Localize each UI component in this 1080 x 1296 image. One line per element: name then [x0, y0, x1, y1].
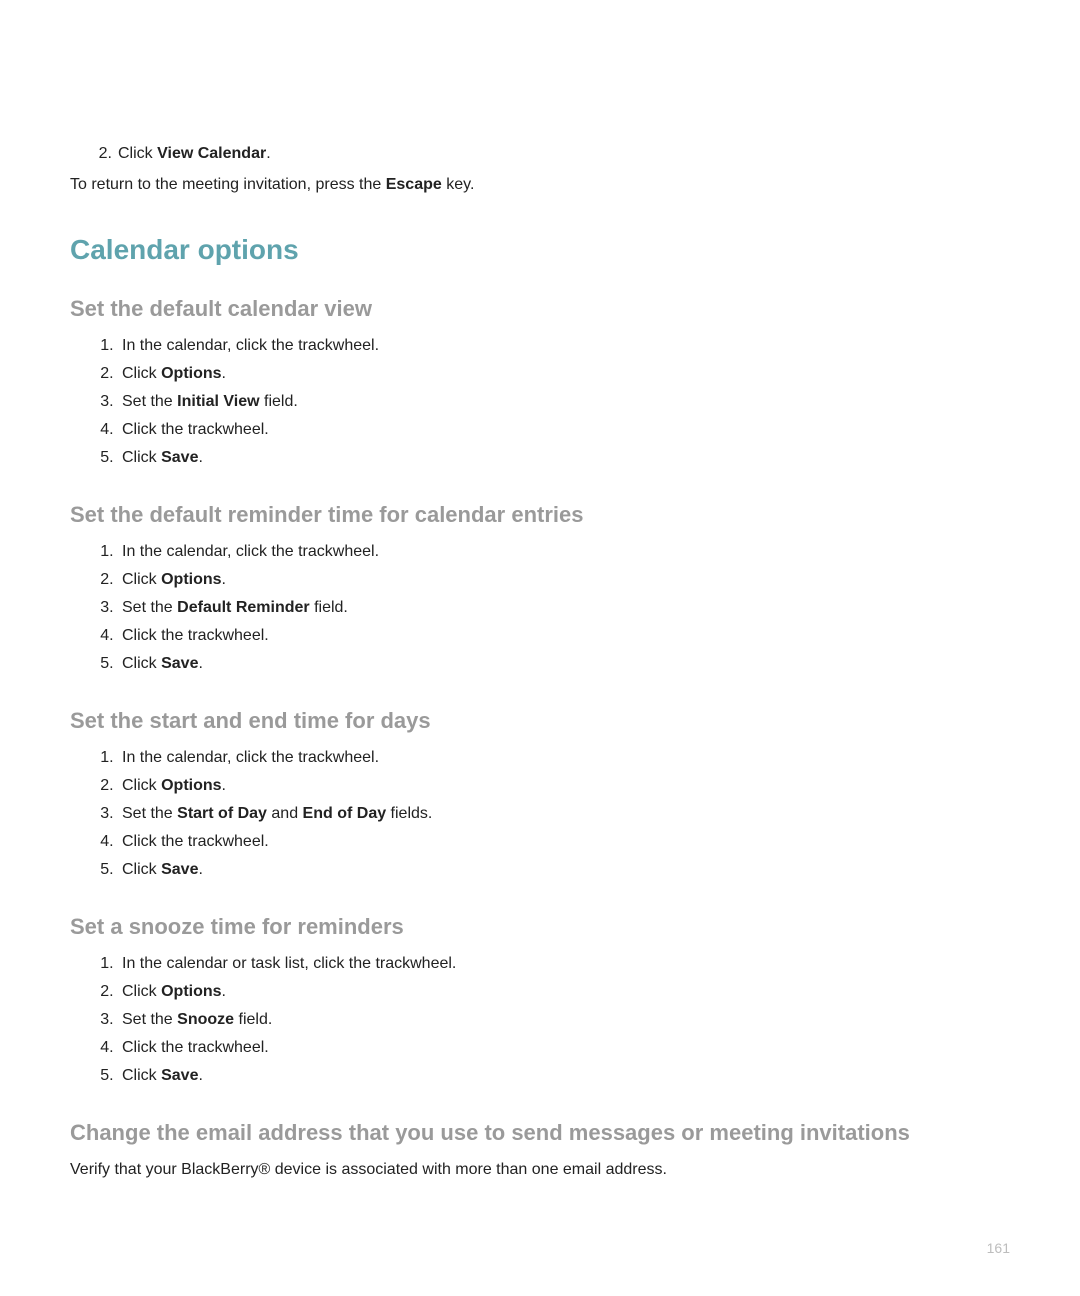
bold-text: View Calendar: [157, 145, 266, 162]
list-item: Click Options.: [118, 772, 1010, 800]
list-item: Click Save.: [118, 650, 1010, 678]
list-item: Click the trackwheel.: [118, 1034, 1010, 1062]
list-item: Set the Initial View field.: [118, 388, 1010, 416]
page: 2. Click View Calendar. To return to the…: [0, 0, 1080, 1296]
list-item: Click the trackwheel.: [118, 828, 1010, 856]
steps-list: In the calendar, click the trackwheel. C…: [70, 744, 1010, 884]
section-title: Calendar options: [70, 234, 1010, 266]
subsection-title: Change the email address that you use to…: [70, 1120, 1010, 1146]
list-item: In the calendar, click the trackwheel.: [118, 332, 1010, 360]
list-item: Set the Start of Day and End of Day fiel…: [118, 800, 1010, 828]
list-item: In the calendar, click the trackwheel.: [118, 538, 1010, 566]
list-item: Set the Snooze field.: [118, 1006, 1010, 1034]
step-text: Click View Calendar.: [118, 145, 271, 162]
list-item: In the calendar or task list, click the …: [118, 950, 1010, 978]
steps-list: In the calendar, click the trackwheel. C…: [70, 538, 1010, 678]
intro-step: 2. Click View Calendar.: [70, 140, 1010, 167]
steps-list: In the calendar or task list, click the …: [70, 950, 1010, 1090]
list-item: Click Options.: [118, 566, 1010, 594]
subsection-title: Set the start and end time for days: [70, 708, 1010, 734]
list-item: Click Save.: [118, 444, 1010, 472]
list-item: Click Options.: [118, 978, 1010, 1006]
list-item: In the calendar, click the trackwheel.: [118, 744, 1010, 772]
body-paragraph: Verify that your BlackBerry® device is a…: [70, 1156, 1010, 1183]
steps-list: In the calendar, click the trackwheel. C…: [70, 332, 1010, 472]
bold-text: Escape: [386, 176, 442, 193]
list-item: Set the Default Reminder field.: [118, 594, 1010, 622]
return-note: To return to the meeting invitation, pre…: [70, 171, 1010, 200]
subsection-title: Set the default calendar view: [70, 296, 1010, 322]
list-item: Click the trackwheel.: [118, 622, 1010, 650]
list-item: Click Save.: [118, 856, 1010, 884]
step-number: 2.: [90, 140, 112, 167]
list-item: Click Options.: [118, 360, 1010, 388]
list-item: Click Save.: [118, 1062, 1010, 1090]
list-item: Click the trackwheel.: [118, 416, 1010, 444]
subsection-title: Set a snooze time for reminders: [70, 914, 1010, 940]
page-number: 161: [987, 1240, 1010, 1256]
subsection-title: Set the default reminder time for calend…: [70, 502, 1010, 528]
